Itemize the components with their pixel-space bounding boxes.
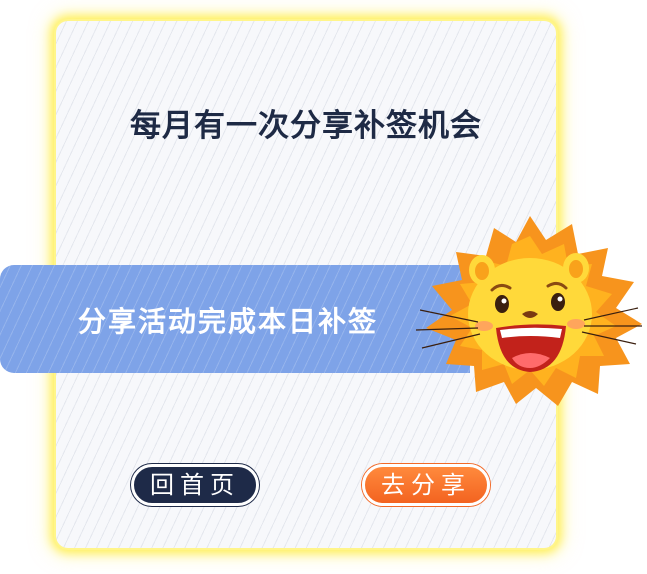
- dialog-title: 每月有一次分享补签机会: [130, 108, 482, 144]
- lion-mascot-icon: [415, 216, 642, 406]
- share-button[interactable]: 去分享: [362, 464, 490, 506]
- home-button[interactable]: 回首页: [131, 464, 259, 506]
- banner-text: 分享活动完成本日补签: [78, 305, 379, 338]
- share-resign-dialog: 每月有一次分享补签机会 分享活动完成本日补签 回首页 去分享: [0, 0, 647, 574]
